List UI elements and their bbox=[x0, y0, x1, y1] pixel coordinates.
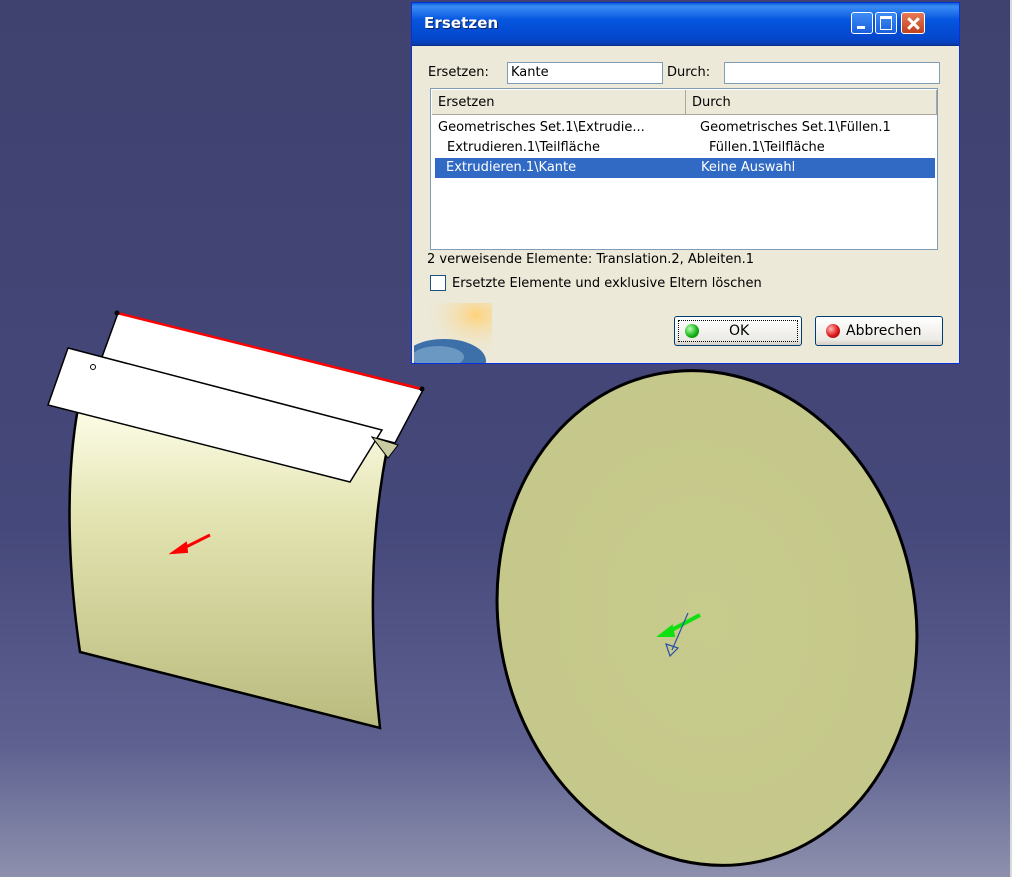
list-item[interactable]: Extrudieren.1\Teilfläche Füllen.1\Teilfl… bbox=[432, 138, 936, 158]
list-item[interactable]: Geometrisches Set.1\Extrudie... Geometri… bbox=[432, 118, 936, 138]
ok-status-icon bbox=[685, 324, 699, 338]
replace-dialog: Ersetzen Ersetzen: Kante Durch: Ersetzen… bbox=[411, 2, 960, 364]
edge-vertex-start bbox=[114, 310, 120, 316]
list-cell-durch: Füllen.1\Teilfläche bbox=[709, 140, 825, 155]
list-item-selected[interactable]: Extrudieren.1\Kante Keine Auswahl bbox=[435, 158, 935, 178]
delete-replaced-checkbox[interactable] bbox=[430, 275, 446, 291]
replace-list[interactable]: Ersetzen Durch Geometrisches Set.1\Extru… bbox=[430, 88, 938, 250]
list-cell-ersetzen: Extrudieren.1\Kante bbox=[446, 160, 577, 175]
fill-disc-surface[interactable] bbox=[452, 331, 962, 877]
replace-label: Ersetzen: bbox=[428, 65, 489, 80]
cancel-button-label: Abbrechen bbox=[846, 323, 922, 339]
with-label: Durch: bbox=[667, 65, 711, 80]
referencing-elements-text: 2 verweisende Elemente: Translation.2, A… bbox=[427, 252, 755, 267]
replace-input[interactable]: Kante bbox=[507, 62, 663, 84]
list-cell-ersetzen: Geometrisches Set.1\Extrudie... bbox=[438, 120, 645, 135]
minimize-button[interactable] bbox=[851, 12, 873, 34]
list-cell-ersetzen: Extrudieren.1\Teilfläche bbox=[447, 140, 601, 155]
list-cell-durch: Keine Auswahl bbox=[701, 160, 796, 175]
close-button[interactable] bbox=[901, 12, 925, 34]
ok-button-label: OK bbox=[729, 323, 750, 339]
maximize-button[interactable] bbox=[875, 12, 897, 34]
with-input[interactable] bbox=[724, 62, 940, 84]
edge-vertex-end bbox=[419, 386, 425, 392]
cancel-button[interactable]: Abbrechen bbox=[815, 316, 943, 346]
catia-logo-icon bbox=[414, 303, 492, 363]
dialog-titlebar[interactable]: Ersetzen bbox=[412, 3, 959, 46]
column-header-ersetzen[interactable]: Ersetzen bbox=[432, 90, 686, 115]
dialog-title: Ersetzen bbox=[424, 14, 499, 32]
cancel-status-icon bbox=[826, 324, 840, 338]
delete-replaced-label[interactable]: Ersetzte Elemente und exklusive Eltern l… bbox=[452, 276, 762, 291]
column-header-durch[interactable]: Durch bbox=[686, 90, 937, 115]
ok-button[interactable]: OK bbox=[674, 316, 802, 346]
flap-vertex bbox=[90, 364, 96, 370]
list-cell-durch: Geometrisches Set.1\Füllen.1 bbox=[700, 120, 891, 135]
